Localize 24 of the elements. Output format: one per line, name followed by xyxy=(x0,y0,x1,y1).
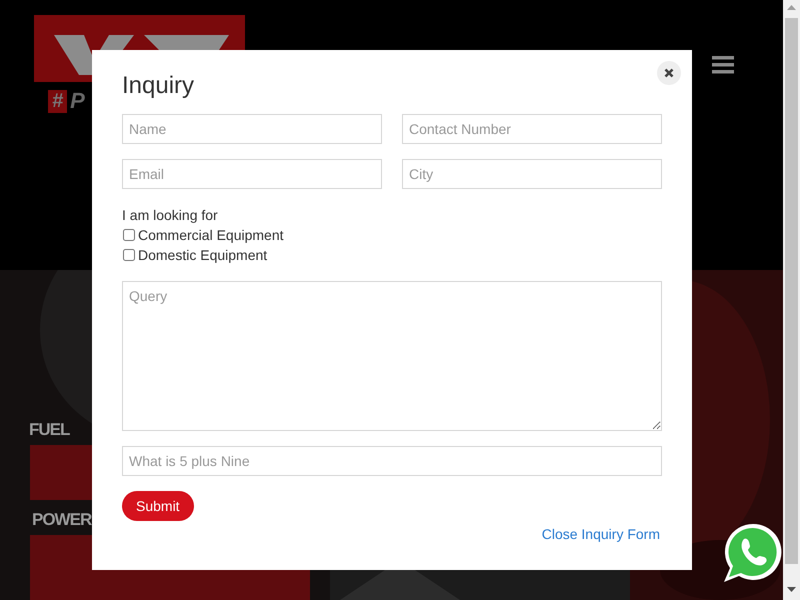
query-field[interactable]: Query xyxy=(122,281,662,431)
captcha-field[interactable]: What is 5 plus Nine xyxy=(122,446,662,476)
close-form-link[interactable]: Close Inquiry Form xyxy=(542,526,660,542)
close-button[interactable] xyxy=(657,61,681,85)
hashtag-mark: # xyxy=(48,90,68,112)
checkbox[interactable] xyxy=(123,249,135,261)
modal-title: Inquiry xyxy=(122,72,194,100)
text-field[interactable]: Contact Number xyxy=(402,114,662,144)
text-field[interactable]: Email xyxy=(122,159,382,189)
hero-tagline: FUEL xyxy=(29,420,70,440)
text-field[interactable]: Name xyxy=(122,114,382,144)
checkbox[interactable] xyxy=(123,229,135,241)
question-label: I am looking for xyxy=(122,206,219,225)
scroll-down-icon[interactable] xyxy=(787,587,796,593)
scrollbar[interactable] xyxy=(783,0,800,600)
text-field[interactable]: City xyxy=(402,159,662,189)
checkbox-label: Domestic Equipment xyxy=(138,246,268,265)
hero-tagline: POWER xyxy=(32,510,92,530)
menu-icon[interactable] xyxy=(712,56,734,74)
whatsapp-icon[interactable] xyxy=(722,522,784,584)
hashtag-text: P xyxy=(70,88,85,114)
close-icon xyxy=(664,68,674,78)
submit-button[interactable]: Submit xyxy=(122,491,194,521)
checkbox-label: Commercial Equipment xyxy=(138,226,284,245)
